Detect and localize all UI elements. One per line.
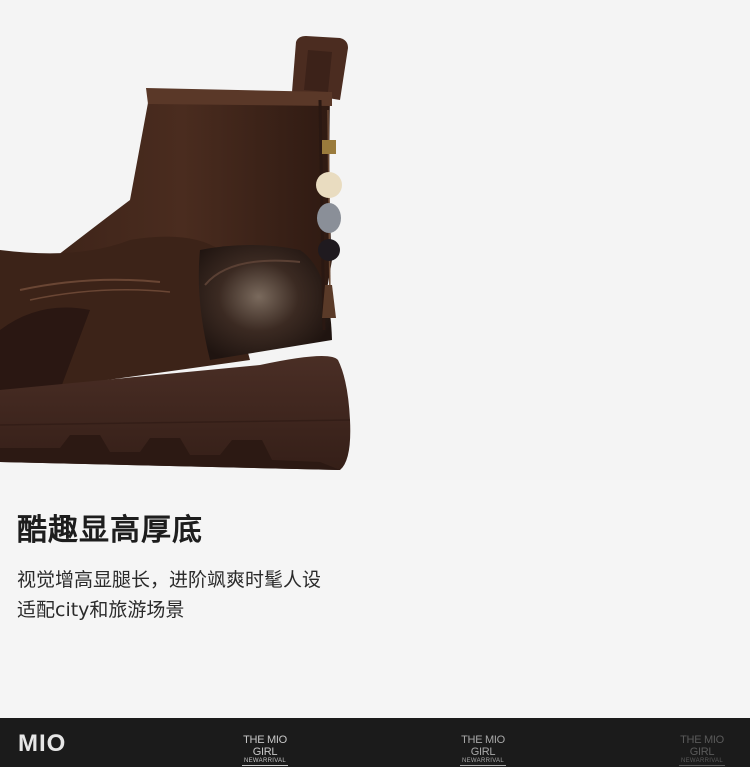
watermark-subtitle: NEWARRIVAL [679,758,725,766]
product-description: 视觉增高显腿长，进阶飒爽时髦人设 适配city和旅游场景 [17,565,321,625]
boot-product-image [0,0,750,480]
watermark-title: THE MIO GIRL [680,734,724,758]
watermark-3: THE MIO GIRL NEWARRIVAL [667,734,737,766]
watermark-subtitle: NEWARRIVAL [460,758,506,766]
brand-logo: MIO [18,730,67,757]
watermark-1: THE MIO GIRL NEWARRIVAL [230,734,300,766]
watermark-2: THE MIO GIRL NEWARRIVAL [448,734,518,766]
watermark-title: THE MIO GIRL [243,734,287,758]
footer-bar: MIO THE MIO GIRL NEWARRIVAL THE MIO GIRL… [0,718,750,767]
description-line-1: 视觉增高显腿长，进阶飒爽时髦人设 [17,569,322,591]
watermark-subtitle: NEWARRIVAL [242,758,288,766]
headline: 酷趣显高厚底 [17,513,203,548]
watermark-title: THE MIO GIRL [461,734,505,758]
description-line-2: 适配city和旅游场景 [17,599,185,621]
